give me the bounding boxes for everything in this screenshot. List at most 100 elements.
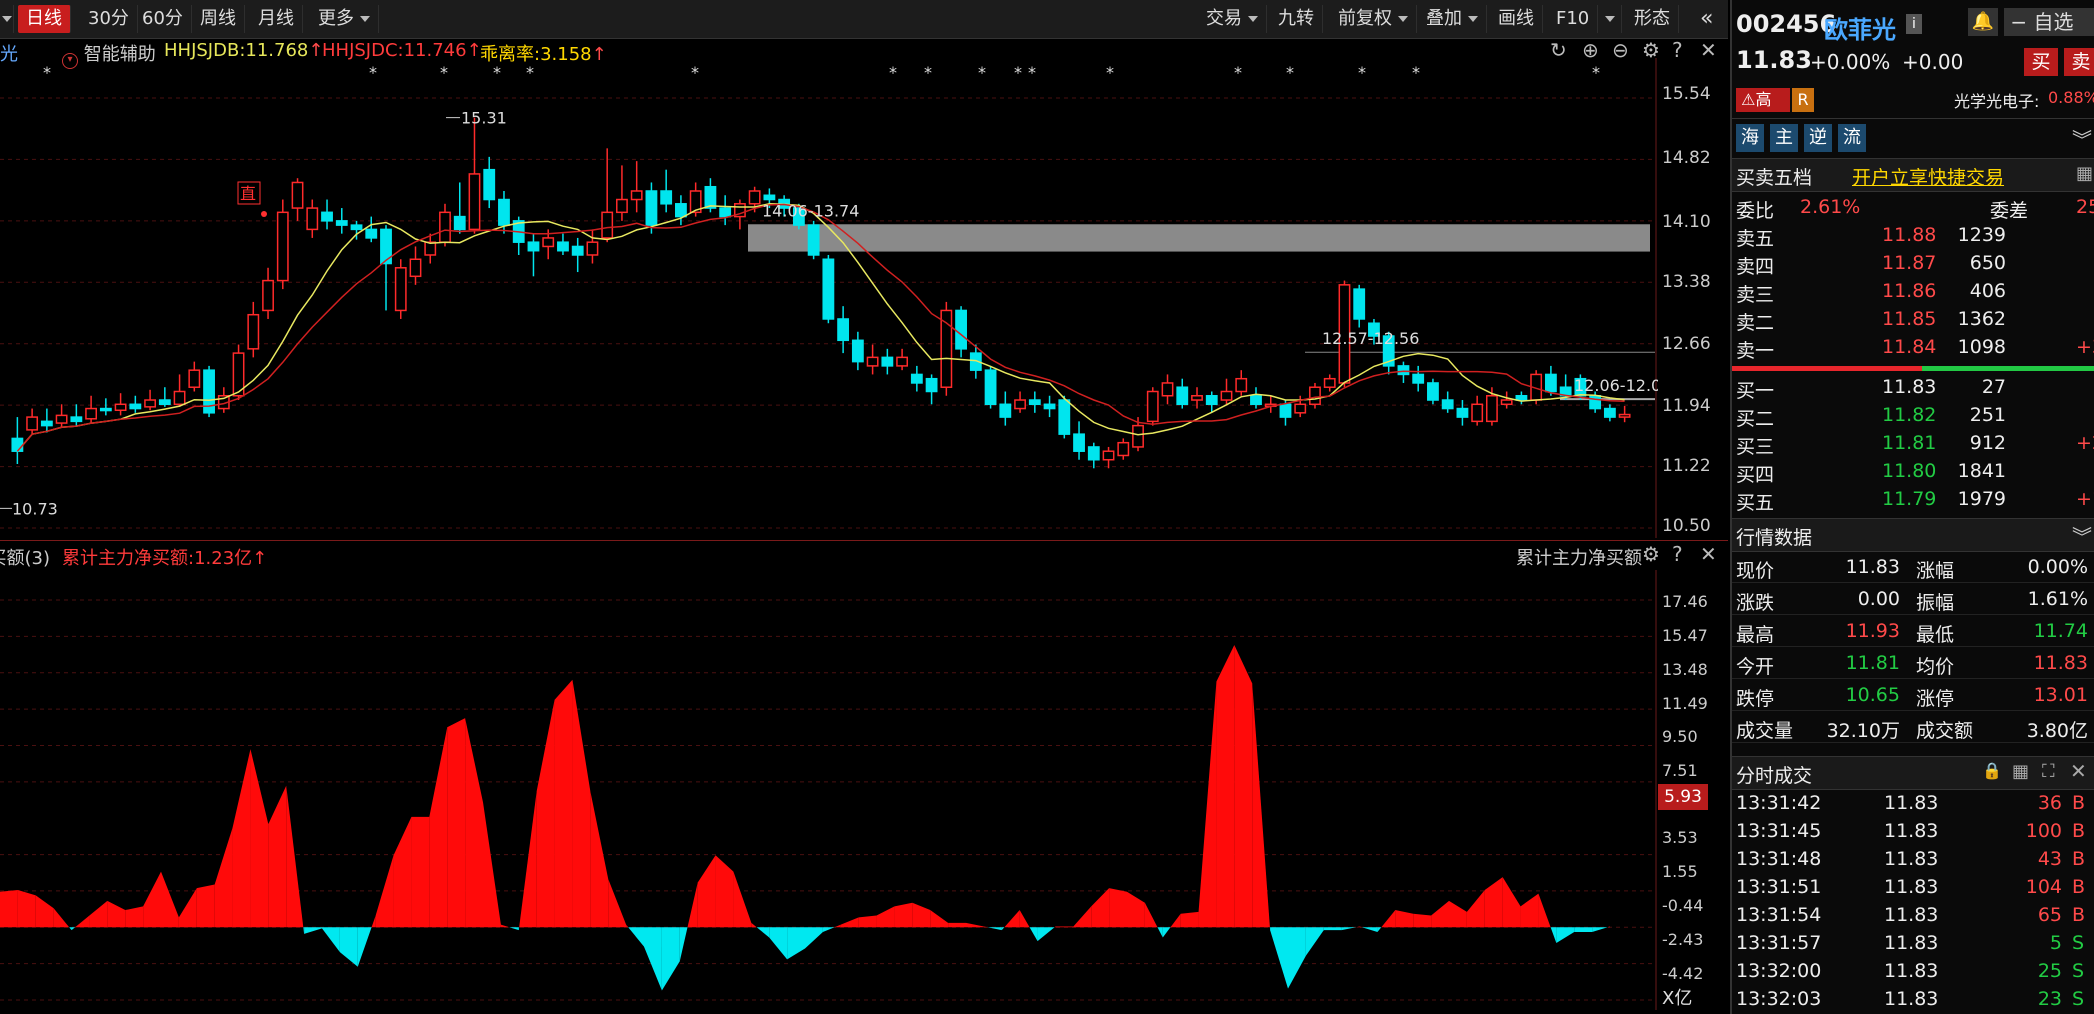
f10-dropdown[interactable] xyxy=(1600,5,1622,33)
table-icon[interactable]: ▦ xyxy=(2076,163,2093,184)
candle-body xyxy=(1412,373,1425,384)
buy-button[interactable]: 买 xyxy=(2024,48,2058,76)
candle-body xyxy=(704,185,717,209)
level-label: 卖三 xyxy=(1736,284,1775,306)
close-icon[interactable]: ✕ xyxy=(1700,542,1717,566)
tab-draw[interactable]: 画线 xyxy=(1490,5,1543,33)
net-buy-area-chart[interactable] xyxy=(0,570,1658,1010)
bid-row[interactable]: 买三 11.81 912 +28 xyxy=(1732,430,2094,458)
gear-icon[interactable]: ⚙ xyxy=(1642,542,1660,566)
ratio-label: 委比 xyxy=(1736,200,1775,222)
tab-pattern[interactable]: 形态 xyxy=(1626,5,1679,33)
low-label: 10.73 xyxy=(12,499,58,518)
candle-body xyxy=(1441,399,1454,410)
tag-liu[interactable]: 流 xyxy=(1838,124,1866,152)
ask-row[interactable]: 卖四 11.87 650 xyxy=(1732,250,2094,278)
tab-f10[interactable]: F10 xyxy=(1548,5,1599,33)
bid-row[interactable]: 买四 11.80 1841 xyxy=(1732,458,2094,486)
net-buy-area xyxy=(17,889,36,928)
quote-label: 涨跌 xyxy=(1736,592,1775,614)
close-icon[interactable]: ✕ xyxy=(1700,38,1717,62)
chart-toolbar: 日线 30分 60分 周线 月线 更多 交易 九转 前复权 叠加 画线 F10 … xyxy=(0,0,1728,39)
tab-30min[interactable]: 30分 xyxy=(80,5,138,33)
chevron-down-icon[interactable]: ︾ xyxy=(2072,124,2092,153)
expand-icon[interactable]: ⛶ xyxy=(2042,761,2055,782)
bid-row[interactable]: 买一 11.83 27 xyxy=(1732,374,2094,402)
tab-trade[interactable]: 交易 xyxy=(1198,5,1267,33)
candlestick-chart[interactable]: * * * * * * * * * * * * * * * * * 15.31 10.73 14.06-13.74 12… xyxy=(0,58,1658,538)
ask-row[interactable]: 卖一 11.84 1098 +3 xyxy=(1732,334,2094,362)
quote-value: 1.61% xyxy=(2027,588,2088,610)
tag-hai[interactable]: 海 xyxy=(1736,124,1764,152)
info-icon[interactable]: i xyxy=(1906,14,1922,34)
candle-body xyxy=(1250,395,1262,406)
net-buy-area xyxy=(107,900,126,928)
candle-body xyxy=(719,207,732,218)
candle-body xyxy=(984,369,997,406)
candle-body xyxy=(453,215,466,231)
tab-weekly[interactable]: 周线 xyxy=(192,5,245,33)
tab-trade-label: 交易 xyxy=(1206,8,1242,29)
open-account-link[interactable]: 开户立享快捷交易 xyxy=(1852,163,2004,190)
lock-icon[interactable]: 🔒 xyxy=(1982,761,2002,780)
bid-strength-bar xyxy=(1922,366,2094,371)
price-axis-tick: 11.94 xyxy=(1662,396,1711,416)
sub-chart-right-title: 累计主力净买额 xyxy=(1516,548,1642,569)
net-sell-area xyxy=(339,927,358,967)
ask-row[interactable]: 卖二 11.85 1362 xyxy=(1732,306,2094,334)
tag-ni[interactable]: 逆 xyxy=(1804,124,1832,152)
candle-body xyxy=(173,390,186,406)
level-label: 买四 xyxy=(1736,464,1775,486)
menu-arrow-icon[interactable] xyxy=(0,5,14,33)
candle-body xyxy=(1471,403,1484,423)
tab-forward-adjust[interactable]: 前复权 xyxy=(1330,5,1417,33)
table-icon[interactable]: ▦ xyxy=(2012,761,2029,782)
net-buy-area xyxy=(35,895,54,928)
candle-body xyxy=(1235,377,1248,393)
net-buy-area xyxy=(1449,900,1467,928)
close-icon[interactable]: ✕ xyxy=(2070,759,2087,783)
tick-time: 13:32:00 xyxy=(1736,960,1822,982)
level-price: 11.82 xyxy=(1882,404,1937,426)
signal-star-icon: * xyxy=(43,63,51,82)
sub-axis-tick: 3.53 xyxy=(1662,828,1698,847)
price-axis-tick: 13.38 xyxy=(1662,272,1711,292)
net-buy-area xyxy=(608,878,627,928)
level-price: 11.88 xyxy=(1882,224,1937,246)
ask-row[interactable]: 卖五 11.88 1239 xyxy=(1732,222,2094,250)
tab-monthly[interactable]: 月线 xyxy=(250,5,303,33)
net-buy-area xyxy=(411,816,430,928)
bid-row[interactable]: 买二 11.82 251 xyxy=(1732,402,2094,430)
net-buy-area xyxy=(1381,910,1396,928)
sector-name[interactable]: 光学光电子: xyxy=(1954,88,2039,112)
bell-icon[interactable]: 🔔 xyxy=(1968,8,1998,36)
signal-star-icon: * xyxy=(1412,63,1420,82)
net-buy-area xyxy=(1109,888,1127,928)
tick-time: 13:31:42 xyxy=(1736,792,1822,814)
help-icon[interactable]: ? xyxy=(1672,38,1683,62)
sub-axis-tick: 13.48 xyxy=(1662,660,1708,679)
add-watchlist-button[interactable]: − 自选 xyxy=(2004,8,2094,36)
candle-body xyxy=(85,407,98,420)
quote-value: 3.80亿 xyxy=(2026,720,2088,742)
tab-more[interactable]: 更多 xyxy=(310,5,379,33)
sell-button[interactable]: 卖 xyxy=(2064,48,2094,76)
candle-body xyxy=(999,403,1012,418)
candle-body xyxy=(70,416,83,423)
level-change: +3 xyxy=(2076,336,2094,358)
help-icon[interactable]: ? xyxy=(1672,542,1683,566)
candle-body xyxy=(158,399,171,406)
quote-label: 今开 xyxy=(1736,656,1775,678)
chevron-down-icon[interactable]: ︾ xyxy=(2072,521,2092,550)
net-buy-area xyxy=(1538,893,1551,928)
quote-header: 行情数据 ︾ xyxy=(1732,518,2094,552)
tab-overlay[interactable]: 叠加 xyxy=(1418,5,1487,33)
tag-zhu[interactable]: 主 xyxy=(1770,124,1798,152)
ask-row[interactable]: 卖三 11.86 406 xyxy=(1732,278,2094,306)
net-buy-area xyxy=(1004,910,1020,928)
tab-nine-turn[interactable]: 九转 xyxy=(1270,5,1323,33)
tab-60min[interactable]: 60分 xyxy=(134,5,192,33)
bid-row[interactable]: 买五 11.79 1979 +10 xyxy=(1732,486,2094,514)
collapse-panel-icon[interactable]: « xyxy=(1692,5,1721,33)
tab-daily[interactable]: 日线 xyxy=(18,5,71,33)
